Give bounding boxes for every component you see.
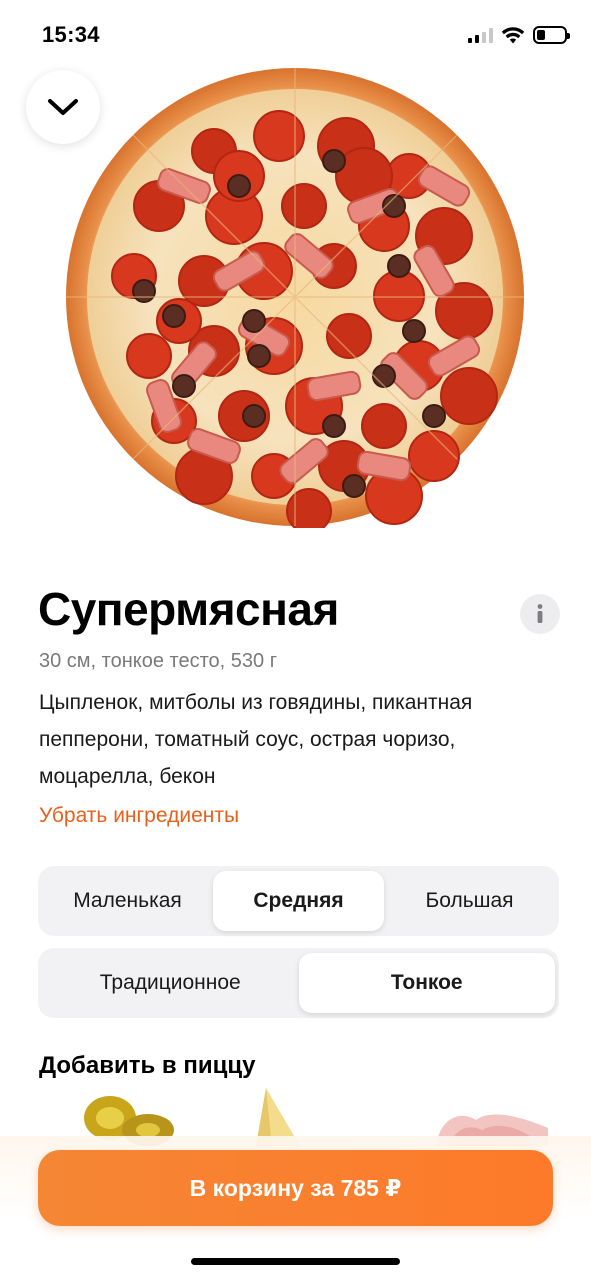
info-icon: [537, 604, 543, 623]
wifi-icon: [501, 27, 525, 44]
dough-selector: Традиционное Тонкое: [38, 948, 559, 1018]
chevron-down-icon: [48, 99, 78, 115]
pizza-image: [64, 66, 526, 534]
add-to-cart-button[interactable]: В корзину за 785 ₽: [38, 1150, 553, 1226]
status-icons: [468, 26, 570, 44]
product-title: Супермясная: [38, 583, 339, 635]
dough-option-traditional[interactable]: Традиционное: [42, 953, 299, 1013]
product-subtitle: 30 см, тонкое тесто, 530 г: [39, 650, 277, 672]
product-description: Цыпленок, митболы из говядины, пикантная…: [39, 691, 473, 788]
addons-title: Добавить в пиццу: [39, 1052, 256, 1079]
home-indicator: [191, 1258, 400, 1265]
remove-ingredients-link[interactable]: Убрать ингредиенты: [39, 804, 239, 828]
size-option-small[interactable]: Маленькая: [42, 871, 213, 931]
size-selector: Маленькая Средняя Большая: [38, 866, 559, 936]
collapse-button[interactable]: [26, 70, 100, 144]
dough-option-thin[interactable]: Тонкое: [298, 953, 555, 1013]
size-option-medium[interactable]: Средняя: [213, 871, 384, 931]
size-option-large[interactable]: Большая: [384, 871, 555, 931]
signal-icon: [468, 27, 493, 43]
battery-icon: [533, 26, 570, 44]
info-button[interactable]: [520, 594, 560, 634]
status-time: 15:34: [42, 22, 100, 47]
status-bar: 15:34: [0, 0, 591, 70]
